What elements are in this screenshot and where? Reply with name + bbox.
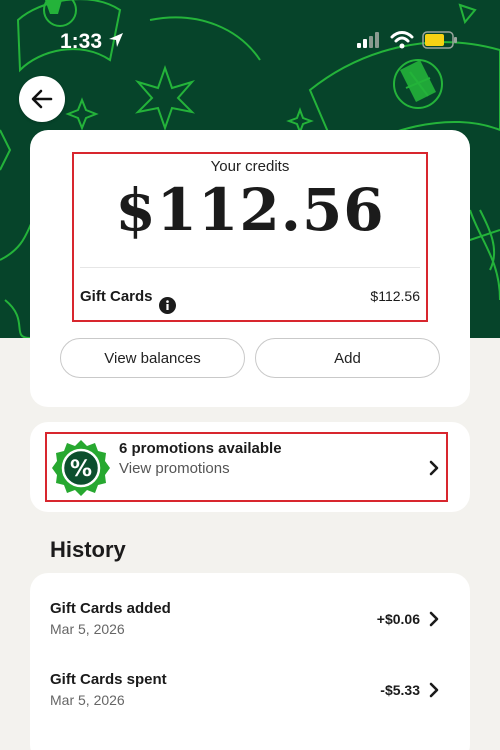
- badge-symbol: %: [70, 457, 92, 482]
- arrow-left-icon: [31, 89, 53, 109]
- wifi-icon: [390, 31, 414, 49]
- history-item-title: Gift Cards added: [50, 600, 171, 617]
- status-bar: 1:33: [0, 0, 500, 70]
- promotion-percent-badge-icon: %: [52, 440, 110, 496]
- history-item-amount: +$0.06: [376, 611, 420, 627]
- history-item-date: Mar 5, 2026: [50, 621, 125, 637]
- location-arrow-icon: [109, 33, 123, 47]
- view-promotions-link[interactable]: View promotions: [119, 460, 230, 477]
- history-item-date: Mar 5, 2026: [50, 692, 125, 708]
- history-item-title: Gift Cards spent: [50, 671, 167, 688]
- back-button[interactable]: [19, 76, 65, 122]
- add-button[interactable]: Add: [255, 338, 440, 378]
- signal-icon: [357, 32, 379, 48]
- history-item-amount: -$5.33: [380, 682, 420, 698]
- chevron-right-icon[interactable]: [428, 460, 440, 476]
- chevron-right-icon[interactable]: [428, 611, 440, 627]
- promotions-title: 6 promotions available: [119, 440, 282, 457]
- history-heading: History: [50, 537, 126, 562]
- view-balances-button[interactable]: View balances: [60, 338, 245, 378]
- status-time: 1:33: [60, 30, 103, 53]
- credits-highlight-box: [72, 152, 428, 322]
- chevron-right-icon[interactable]: [428, 682, 440, 698]
- battery-icon: [422, 31, 457, 49]
